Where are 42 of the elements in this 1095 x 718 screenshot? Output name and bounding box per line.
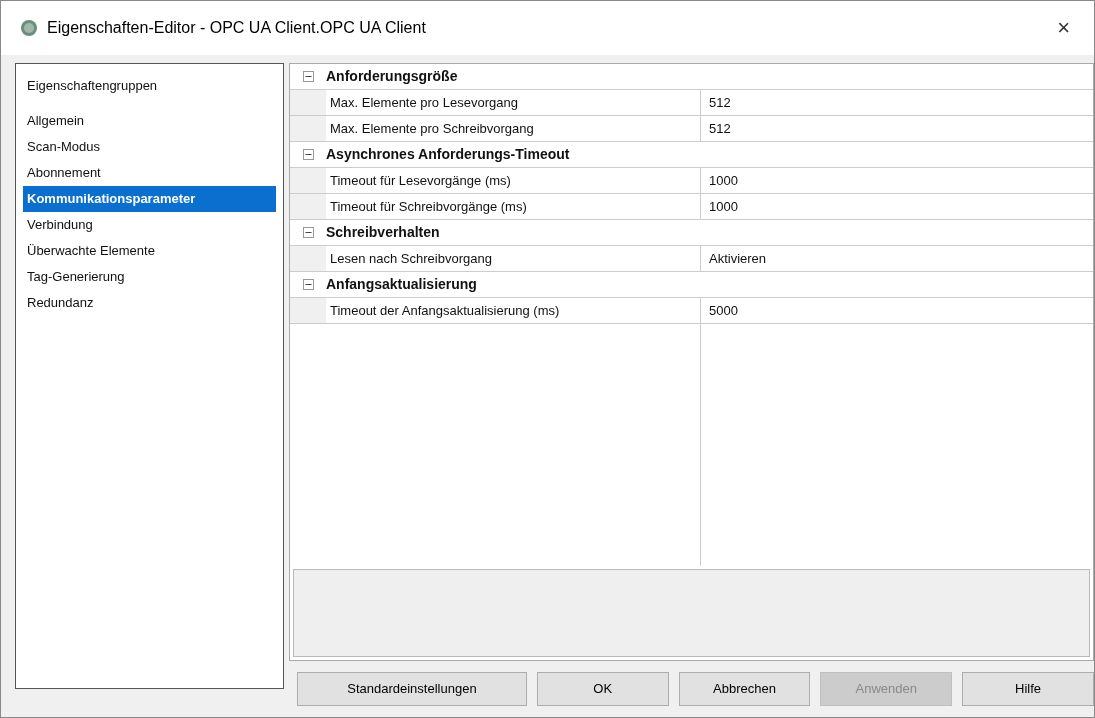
row-margin	[290, 116, 326, 141]
app-logo-icon	[21, 20, 37, 36]
property-name: Max. Elemente pro Lesevorgang	[329, 93, 519, 112]
dialog-button[interactable]: Standardeinstellungen	[297, 672, 527, 706]
dialog-button[interactable]: Hilfe	[962, 672, 1094, 706]
property-value[interactable]: 1000	[701, 194, 1093, 219]
sidebar-heading: Eigenschaftengruppen	[26, 77, 159, 95]
group-title: Anforderungsgröße	[326, 67, 458, 86]
sidebar-item[interactable]: Tag-Generierung	[23, 264, 276, 290]
row-margin	[290, 168, 326, 193]
group-title: Schreibverhalten	[326, 223, 440, 242]
dialog-button[interactable]: OK	[536, 672, 669, 706]
sidebar-item[interactable]: Überwachte Elemente	[23, 238, 276, 264]
collapse-icon[interactable]	[302, 149, 314, 160]
group-title: Anfangsaktualisierung	[326, 275, 477, 294]
property-value[interactable]: Aktivieren	[701, 246, 1093, 271]
row-margin	[290, 246, 326, 271]
close-button[interactable]: ×	[1053, 17, 1074, 39]
property-name: Timeout der Anfangsaktualisierung (ms)	[329, 301, 561, 320]
dialog-button[interactable]: Abbrechen	[678, 672, 811, 706]
sidebar-item[interactable]: Kommunikationsparameter	[23, 186, 276, 212]
property-name: Max. Elemente pro Schreibvorgang	[329, 119, 535, 138]
property-name: Lesen nach Schreibvorgang	[329, 249, 493, 268]
property-value[interactable]: 1000	[701, 168, 1093, 193]
sidebar-item[interactable]: Allgemein	[23, 108, 276, 134]
sidebar-item[interactable]: Abonnement	[23, 160, 276, 186]
sidebar-item[interactable]: Verbindung	[23, 212, 276, 238]
property-value[interactable]: 512	[701, 116, 1093, 141]
property-value[interactable]: 5000	[701, 298, 1093, 323]
sidebar-item[interactable]: Scan-Modus	[23, 134, 276, 160]
sidebar-item[interactable]: Redundanz	[23, 290, 276, 316]
property-value[interactable]: 512	[701, 90, 1093, 115]
window-title: Eigenschaften-Editor - OPC UA Client.OPC UA Client	[47, 18, 426, 38]
collapse-icon[interactable]	[302, 71, 314, 82]
property-name: Timeout für Schreibvorgänge (ms)	[329, 197, 528, 216]
group-title: Asynchrones Anforderungs-Timeout	[326, 145, 570, 164]
row-margin	[290, 194, 326, 219]
row-margin	[290, 298, 326, 323]
collapse-icon[interactable]	[302, 227, 314, 238]
property-name: Timeout für Lesevorgänge (ms)	[329, 171, 512, 190]
row-margin	[290, 90, 326, 115]
collapse-icon[interactable]	[302, 279, 314, 290]
